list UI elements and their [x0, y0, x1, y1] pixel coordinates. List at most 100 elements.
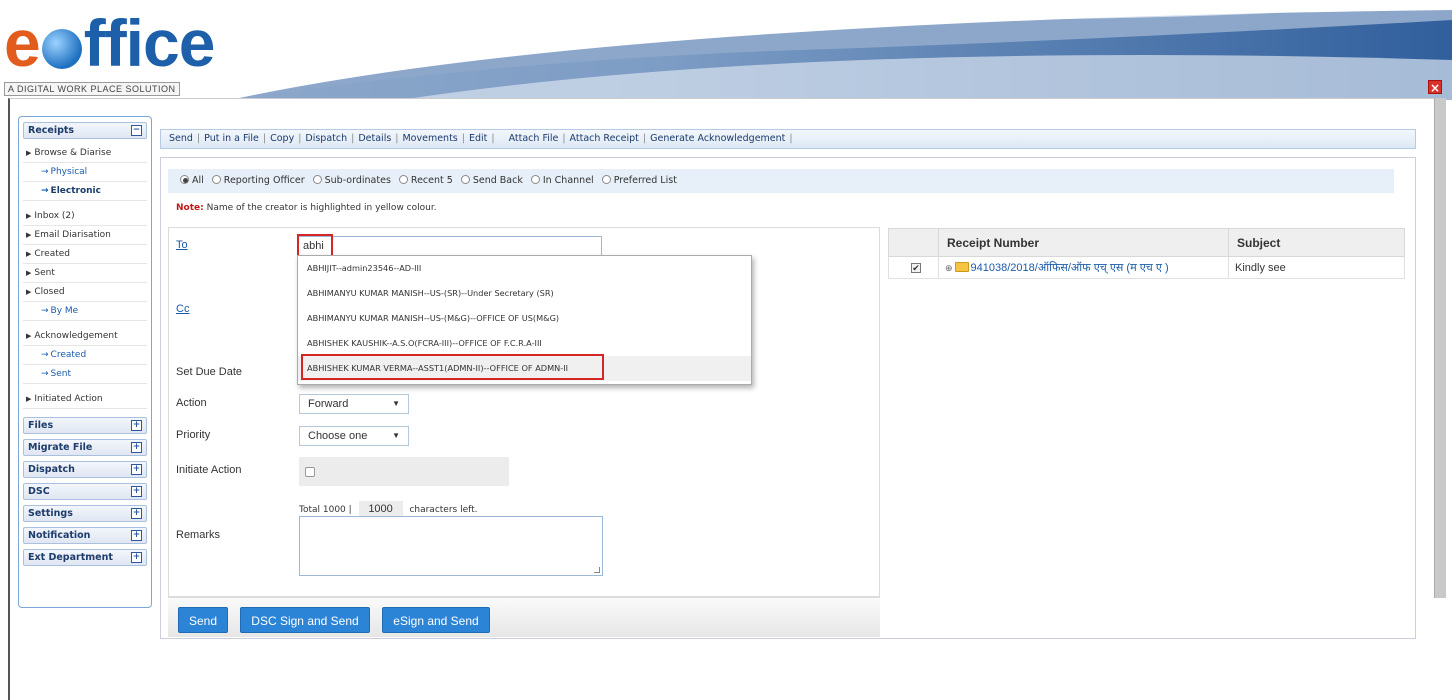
row-checkbox-cell: ✔	[888, 256, 939, 279]
section-title: Notification	[28, 530, 91, 541]
to-label[interactable]: To	[176, 239, 188, 251]
sidebar-section-settings[interactable]: Settings +	[23, 505, 147, 522]
cc-label[interactable]: Cc	[176, 303, 189, 315]
to-highlight-box	[297, 234, 333, 257]
expand-triangle-icon: ▶	[26, 269, 32, 277]
row-checkbox[interactable]: ✔	[911, 262, 921, 273]
subject-header: Subject	[1228, 228, 1405, 257]
expand-icon[interactable]: +	[131, 442, 142, 453]
sidebar-item-inbox-2-[interactable]: ▶ Inbox (2)	[23, 207, 147, 226]
priority-select[interactable]: Choose one ▼	[299, 426, 409, 446]
collapse-icon[interactable]: −	[131, 125, 142, 136]
radio-button[interactable]	[211, 175, 221, 184]
toolbar-edit[interactable]: Edit	[469, 133, 487, 144]
suggestion-item[interactable]: ABHIMANYU KUMAR MANISH--US-(M&G)--OFFICE…	[298, 306, 751, 331]
toolbar-separator: |	[642, 133, 647, 144]
receipt-number-link[interactable]: 941038/2018/ऑफिस/ऑफ एच् एस (म एच ए )	[971, 262, 1169, 274]
toolbar-dispatch[interactable]: Dispatch	[305, 133, 347, 144]
expand-icon[interactable]: +	[131, 420, 142, 431]
toolbar-put-in-a-file[interactable]: Put in a File	[204, 133, 259, 144]
filter-option-sub-ordinates[interactable]: Sub-ordinates	[312, 175, 391, 186]
toolbar-copy[interactable]: Copy	[270, 133, 294, 144]
section-title: Dispatch	[28, 464, 75, 475]
sidebar-item-label: Email Diarisation	[34, 230, 111, 240]
expand-triangle-icon: ▶	[26, 149, 32, 157]
filter-option-recent-5[interactable]: Recent 5	[398, 175, 453, 186]
sidebar-section-notification[interactable]: Notification +	[23, 527, 147, 544]
radio-button[interactable]	[180, 175, 189, 184]
toolbar-separator: |	[395, 133, 399, 144]
filter-option-reporting-officer[interactable]: Reporting Officer	[211, 175, 305, 186]
suggestion-item[interactable]: ABHIJIT--admin23546--AD-III	[298, 256, 751, 281]
toolbar-attach-file[interactable]: Attach File	[509, 133, 559, 144]
radio-button[interactable]	[460, 175, 470, 184]
arrow-icon: →	[41, 369, 49, 379]
expand-icon[interactable]: +	[131, 464, 142, 475]
sidebar-item-label: Inbox (2)	[34, 211, 75, 221]
sidebar-item-email-diarisation[interactable]: ▶ Email Diarisation	[23, 226, 147, 245]
sidebar-section-receipts[interactable]: Receipts −	[23, 122, 147, 139]
due-date-label: Set Due Date	[176, 366, 243, 378]
radio-button[interactable]	[398, 175, 408, 184]
dsc-sign-send-button[interactable]: DSC Sign and Send	[240, 607, 370, 633]
sidebar-section-ext-department[interactable]: Ext Department +	[23, 549, 147, 566]
filter-option-in-channel[interactable]: In Channel	[530, 175, 594, 186]
vertical-scrollbar[interactable]	[1434, 98, 1446, 598]
sidebar-item-label: Physical	[50, 167, 88, 177]
dropdown-arrow-icon: ▼	[392, 431, 400, 440]
action-value: Forward	[308, 398, 349, 410]
sidebar-section-dsc[interactable]: DSC +	[23, 483, 147, 500]
sidebar-item-label: Browse & Diarise	[34, 148, 112, 158]
sidebar-item-closed[interactable]: ▶ Closed	[23, 283, 147, 302]
filter-option-label: Preferred List	[613, 175, 677, 186]
toolbar-details[interactable]: Details	[358, 133, 391, 144]
filter-option-send-back[interactable]: Send Back	[460, 175, 523, 186]
sidebar-section-dispatch[interactable]: Dispatch +	[23, 461, 147, 478]
sidebar-item-physical[interactable]: → Physical	[23, 163, 147, 182]
toolbar-generate-acknowledgement[interactable]: Generate Acknowledgement	[650, 133, 785, 144]
sidebar-item-electronic[interactable]: → Electronic	[23, 182, 147, 201]
sidebar-item-sent[interactable]: ▶ Sent	[23, 264, 147, 283]
send-button[interactable]: Send	[178, 607, 228, 633]
sidebar-item-initiated-action[interactable]: ▶ Initiated Action	[23, 390, 147, 409]
table-row[interactable]: ✔ ⊕ 941038/2018/ऑफिस/ऑफ एच् एस (म एच ए ) Ki…	[888, 256, 1405, 279]
to-input[interactable]: abhi	[298, 236, 602, 256]
toolbar-send[interactable]: Send	[169, 133, 193, 144]
esign-send-button[interactable]: eSign and Send	[382, 607, 490, 633]
sidebar-item-acknowledgement[interactable]: ▶ Acknowledgement	[23, 327, 147, 346]
sidebar-item-sent[interactable]: → Sent	[23, 365, 147, 384]
close-icon[interactable]: ×	[1428, 80, 1442, 95]
initiate-action-checkbox[interactable]	[305, 467, 315, 477]
radio-button[interactable]	[530, 175, 540, 184]
resize-grip-icon[interactable]	[594, 567, 600, 573]
action-select[interactable]: Forward ▼	[299, 394, 409, 414]
counter-suffix: characters left.	[409, 505, 478, 515]
suggestion-item[interactable]: ABHISHEK KAUSHIK--A.S.O(FCRA-III)--OFFIC…	[298, 331, 751, 356]
expand-icon[interactable]: +	[131, 486, 142, 497]
toolbar-separator: |	[491, 133, 495, 144]
selected-suggestion-highlight	[301, 354, 604, 380]
sidebar-section-migrate-file[interactable]: Migrate File +	[23, 439, 147, 456]
note-body: Name of the creator is highlighted in ye…	[203, 203, 437, 213]
toolbar-attach-receipt[interactable]: Attach Receipt	[570, 133, 639, 144]
sidebar-section-files[interactable]: Files +	[23, 417, 147, 434]
sidebar-item-created[interactable]: → Created	[23, 346, 147, 365]
filter-option-label: Sub-ordinates	[324, 175, 391, 186]
suggestion-item[interactable]: ABHIMANYU KUMAR MANISH--US-(SR)--Under S…	[298, 281, 751, 306]
radio-button[interactable]	[601, 175, 611, 184]
expand-icon[interactable]: ⊕	[945, 263, 953, 274]
filter-option-all[interactable]: All	[180, 175, 204, 186]
remarks-textarea[interactable]	[299, 516, 603, 576]
expand-icon[interactable]: +	[131, 530, 142, 541]
toolbar-movements[interactable]: Movements	[402, 133, 457, 144]
sidebar-item-label: Created	[50, 350, 87, 360]
sidebar-item-by-me[interactable]: → By Me	[23, 302, 147, 321]
arrow-icon: →	[41, 167, 49, 177]
radio-button[interactable]	[312, 175, 322, 184]
expand-triangle-icon: ▶	[26, 212, 32, 220]
filter-option-preferred-list[interactable]: Preferred List	[601, 175, 677, 186]
expand-icon[interactable]: +	[131, 552, 142, 563]
sidebar-item-created[interactable]: ▶ Created	[23, 245, 147, 264]
expand-icon[interactable]: +	[131, 508, 142, 519]
sidebar-item-browse-diarise[interactable]: ▶ Browse & Diarise	[23, 144, 147, 163]
